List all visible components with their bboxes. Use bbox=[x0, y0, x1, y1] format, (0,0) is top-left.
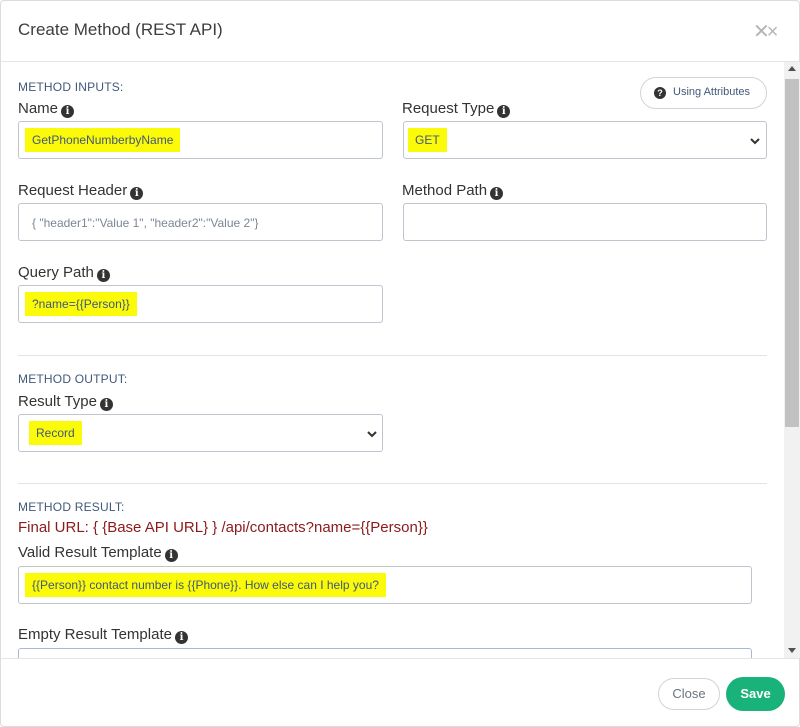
query-path-value: ?name={{Person}} bbox=[25, 292, 137, 316]
info-icon: i bbox=[174, 631, 188, 644]
empty-result-template-label: Empty Result Template i bbox=[18, 626, 188, 644]
method-path-input[interactable] bbox=[403, 203, 767, 241]
save-button[interactable]: Save bbox=[726, 677, 785, 711]
scrollbar-thumb[interactable] bbox=[785, 79, 799, 427]
dialog-header: Create Method (REST API) ✕× bbox=[1, 1, 799, 62]
name-input[interactable]: GetPhoneNumberbyName bbox=[18, 121, 383, 159]
info-icon: i bbox=[99, 398, 113, 411]
valid-result-template-input[interactable]: {{Person}} contact number is {{Phone}}. … bbox=[18, 566, 752, 604]
name-label: Name i bbox=[18, 100, 75, 118]
dialog-body: METHOD INPUTS: ? Using Attributes Name i … bbox=[1, 62, 784, 658]
valid-result-template-value: {{Person}} contact number is {{Phone}}. … bbox=[25, 573, 386, 597]
query-path-input[interactable]: ?name={{Person}} bbox=[18, 285, 383, 323]
create-method-dialog: Create Method (REST API) ✕× METHOD INPUT… bbox=[0, 0, 800, 727]
info-icon: i bbox=[130, 187, 144, 200]
info-icon: i bbox=[96, 269, 110, 282]
scrollbar[interactable] bbox=[784, 62, 800, 658]
name-value: GetPhoneNumberbyName bbox=[25, 128, 181, 152]
request-type-select[interactable]: GET bbox=[403, 121, 767, 159]
result-type-label: Result Type i bbox=[18, 393, 113, 411]
method-result-section-label: METHOD RESULT: bbox=[18, 500, 125, 514]
dialog-title: Create Method (REST API) bbox=[18, 20, 223, 39]
using-attributes-label: Using Attributes bbox=[673, 86, 751, 98]
section-divider bbox=[18, 483, 767, 484]
using-attributes-button[interactable]: ? Using Attributes bbox=[640, 77, 767, 109]
chevron-down-icon bbox=[750, 138, 760, 145]
method-output-section-label: METHOD OUTPUT: bbox=[18, 372, 128, 386]
info-icon: i bbox=[490, 187, 504, 200]
close-icon[interactable]: ✕× bbox=[753, 19, 778, 44]
request-header-placeholder: { "header1":"Value 1", "header2":"Value … bbox=[32, 216, 259, 230]
request-header-label: Request Header i bbox=[18, 182, 144, 200]
request-header-input[interactable]: { "header1":"Value 1", "header2":"Value … bbox=[18, 203, 383, 241]
dialog-footer: Close Save bbox=[1, 658, 799, 727]
scroll-down-arrow-icon[interactable] bbox=[788, 648, 796, 653]
info-icon: i bbox=[61, 105, 75, 118]
close-button[interactable]: Close bbox=[658, 678, 720, 710]
info-icon: i bbox=[497, 105, 511, 118]
method-path-label: Method Path i bbox=[402, 182, 504, 200]
scroll-up-arrow-icon[interactable] bbox=[788, 66, 796, 71]
chevron-down-icon bbox=[367, 431, 377, 438]
query-path-label: Query Path i bbox=[18, 264, 110, 282]
request-type-label: Request Type i bbox=[402, 100, 511, 118]
request-type-value: GET bbox=[408, 128, 447, 152]
method-inputs-section-label: METHOD INPUTS: bbox=[18, 80, 124, 94]
info-icon: i bbox=[164, 549, 178, 562]
question-circle-icon: ? bbox=[654, 87, 666, 99]
empty-result-template-input[interactable] bbox=[18, 648, 752, 658]
valid-result-template-label: Valid Result Template i bbox=[18, 544, 178, 562]
result-type-select[interactable]: Record bbox=[18, 414, 383, 452]
final-url-text: Final URL: { {Base API URL} } /api/conta… bbox=[18, 519, 428, 536]
result-type-value: Record bbox=[29, 421, 82, 445]
section-divider bbox=[18, 355, 767, 356]
